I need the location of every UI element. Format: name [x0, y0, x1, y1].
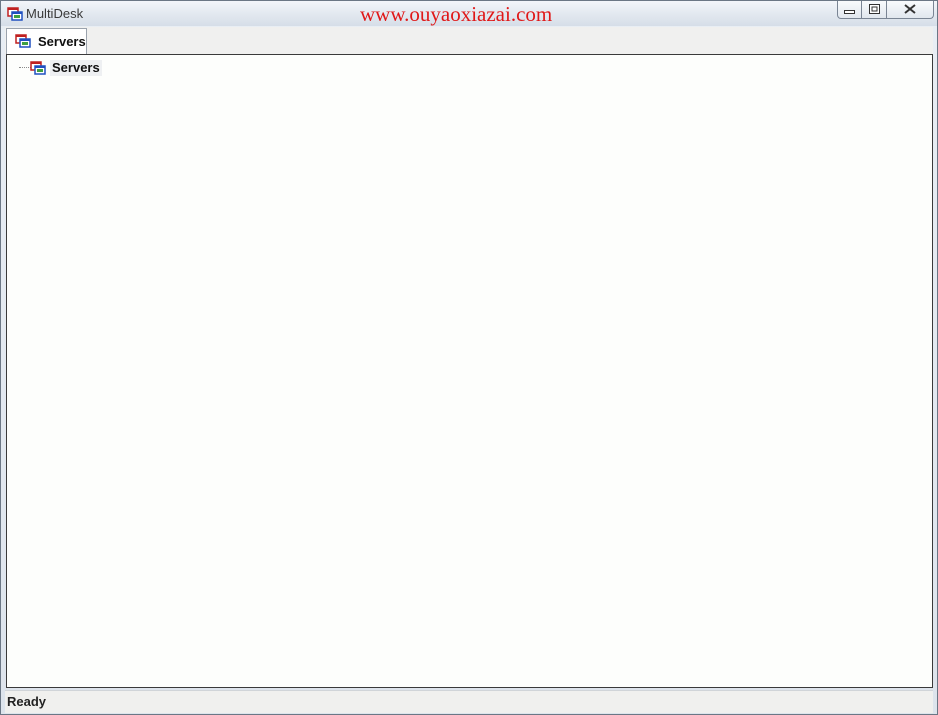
servers-icon — [30, 60, 46, 76]
app-window: MultiDesk www.ouyaoxiazai.com Servers Se… — [0, 0, 938, 715]
title-bar[interactable]: MultiDesk www.ouyaoxiazai.com — [1, 1, 937, 26]
tab-servers[interactable]: Servers — [6, 28, 87, 55]
status-text: Ready — [7, 694, 47, 709]
minimize-button[interactable] — [837, 1, 862, 19]
tree-node-servers[interactable]: Servers — [30, 59, 102, 77]
tab-label: Servers — [38, 34, 86, 49]
tree-node-label: Servers — [50, 60, 102, 76]
minimize-icon — [844, 1, 855, 19]
tab-strip: Servers — [5, 27, 933, 55]
status-bar: Ready — [5, 690, 933, 713]
maximize-button[interactable] — [862, 1, 887, 19]
close-button[interactable] — [887, 1, 934, 19]
multidesk-app-icon[interactable] — [7, 6, 23, 22]
watermark-text: www.ouyaoxiazai.com — [360, 2, 553, 26]
restore-icon — [868, 1, 880, 19]
servers-icon — [15, 33, 31, 49]
server-tree[interactable]: Servers — [6, 54, 933, 688]
caption-buttons — [837, 1, 934, 20]
close-icon — [904, 1, 916, 19]
window-title: MultiDesk — [26, 6, 84, 21]
